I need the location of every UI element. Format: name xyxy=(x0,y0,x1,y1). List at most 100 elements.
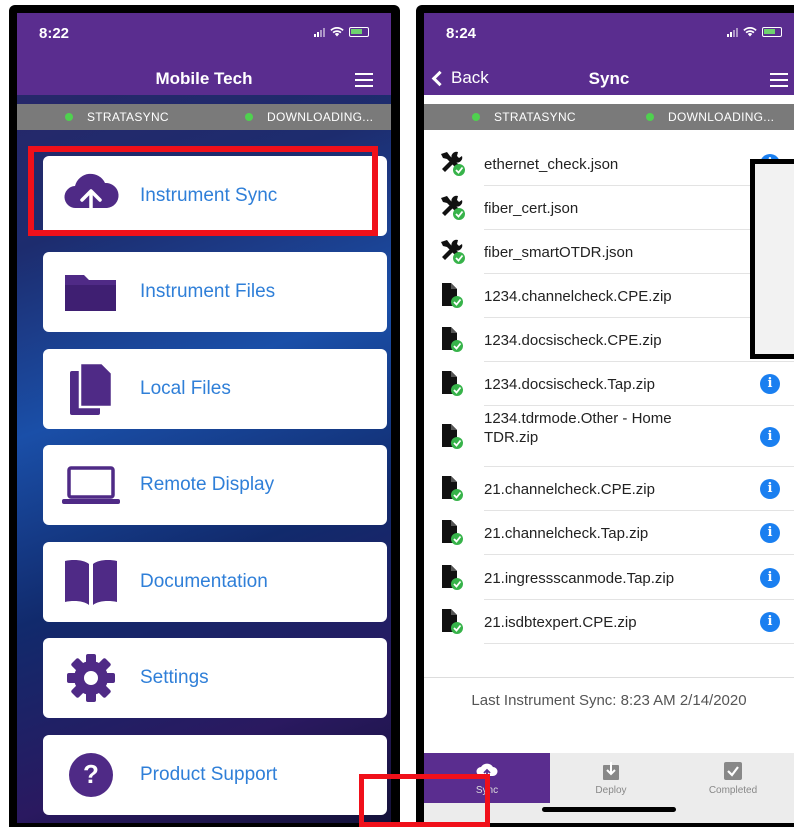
tab-completed[interactable]: Completed xyxy=(672,753,794,803)
file-row[interactable]: fiber_cert.json xyxy=(424,186,794,230)
download-tray-icon xyxy=(600,761,622,781)
menu-label: Product Support xyxy=(140,764,278,785)
highlight-sync-tab xyxy=(359,774,490,827)
file-row[interactable]: 21.channelcheck.Tap.zip i xyxy=(424,511,794,555)
signal-icon xyxy=(727,27,738,37)
stratasync-status: STRATASYNC xyxy=(65,110,169,124)
home-indicator xyxy=(155,806,289,811)
battery-icon xyxy=(349,27,369,37)
app-header: 8:22 Mobile Tech xyxy=(17,13,391,95)
folder-icon xyxy=(61,264,121,320)
file-row[interactable]: ethernet_check.jsoni xyxy=(424,142,794,186)
tools-icon xyxy=(438,150,468,178)
file-icon xyxy=(438,475,468,503)
menu-local-files[interactable]: Local Files xyxy=(43,349,387,429)
stratasync-label: STRATASYNC xyxy=(494,110,576,124)
file-row[interactable]: 21.ingressscanmode.Tap.zip i xyxy=(424,556,794,600)
file-name: 1234.tdrmode.Other - Home TDR.zip xyxy=(484,410,672,446)
connection-status-bar: STRATASYNC DOWNLOADING... xyxy=(424,104,794,130)
status-dot-icon xyxy=(245,113,253,121)
file-name: 1234.channelcheck.CPE.zip xyxy=(484,287,672,305)
file-name: 21.isdbtexpert.CPE.zip xyxy=(484,613,637,631)
stratasync-status: STRATASYNC xyxy=(472,110,576,124)
download-label: DOWNLOADING... xyxy=(668,110,775,124)
file-row[interactable]: 21.channelcheck.CPE.zip i xyxy=(424,467,794,511)
gear-icon xyxy=(61,650,121,706)
wifi-icon xyxy=(743,27,757,37)
file-name: 21.channelcheck.CPE.zip xyxy=(484,480,655,498)
row-divider xyxy=(484,643,794,644)
status-icons xyxy=(727,27,782,37)
menu-label: Local Files xyxy=(140,378,231,399)
info-icon[interactable]: i xyxy=(760,523,780,543)
menu-label: Remote Display xyxy=(140,474,275,495)
files-icon xyxy=(61,361,121,417)
phone-main-menu: 8:22 Mobile Tech STRATASYNC DOWNLOADING.… xyxy=(9,5,400,827)
download-status: DOWNLOADING... xyxy=(245,110,373,124)
file-name: ethernet_check.json xyxy=(484,155,619,173)
status-icons xyxy=(314,27,369,37)
file-row[interactable]: 1234.docsischeck.CPE.zip xyxy=(424,318,794,362)
tab-label: Deploy xyxy=(595,785,627,796)
question-icon: ? xyxy=(61,747,121,803)
file-icon xyxy=(438,423,468,451)
info-icon[interactable]: i xyxy=(760,612,780,632)
info-icon[interactable]: i xyxy=(760,426,780,447)
download-label: DOWNLOADING... xyxy=(267,110,374,124)
row-divider xyxy=(484,554,794,555)
file-row[interactable]: 1234.channelcheck.CPE.zip xyxy=(424,274,794,318)
page-title: Mobile Tech xyxy=(155,69,253,88)
menu-product-support[interactable]: ? Product Support xyxy=(43,735,387,815)
menu-instrument-files[interactable]: Instrument Files xyxy=(43,252,387,332)
stratasync-label: STRATASYNC xyxy=(87,110,169,124)
info-icon[interactable]: i xyxy=(760,568,780,588)
download-status: DOWNLOADING... xyxy=(646,110,774,124)
app-header: 8:24 Back Sync xyxy=(424,13,794,95)
file-name: fiber_smartOTDR.json xyxy=(484,243,634,261)
file-name: 1234.docsischeck.Tap.zip xyxy=(484,375,655,393)
status-dot-icon xyxy=(472,113,480,121)
status-time: 8:22 xyxy=(39,25,70,42)
status-time: 8:24 xyxy=(446,25,477,42)
menu-settings[interactable]: Settings xyxy=(43,638,387,718)
hamburger-menu-icon[interactable] xyxy=(770,73,788,87)
info-icon[interactable]: i xyxy=(760,479,780,499)
tab-label: Completed xyxy=(708,785,758,796)
highlight-instrument-sync xyxy=(28,146,378,236)
phone-sync-screen: 8:24 Back Sync STRATASYNC DOWNLOADING...… xyxy=(416,5,794,827)
file-row[interactable]: 21.isdbtexpert.CPE.zip i xyxy=(424,600,794,644)
file-icon xyxy=(438,326,468,354)
status-dot-icon xyxy=(646,113,654,121)
home-indicator xyxy=(542,807,676,812)
hamburger-menu-icon[interactable] xyxy=(355,73,373,87)
file-name: fiber_cert.json xyxy=(484,199,579,217)
menu-label: Documentation xyxy=(140,571,268,592)
file-icon xyxy=(438,282,468,310)
menu-label: Instrument Files xyxy=(140,281,276,302)
page-title: Sync xyxy=(588,69,630,88)
tools-icon xyxy=(438,238,468,266)
file-name: 21.channelcheck.Tap.zip xyxy=(484,524,649,542)
file-name: 21.ingressscanmode.Tap.zip xyxy=(484,569,675,587)
tab-deploy[interactable]: Deploy xyxy=(550,753,672,803)
screenshot-stage: 8:22 Mobile Tech STRATASYNC DOWNLOADING.… xyxy=(0,0,794,827)
menu-label: Settings xyxy=(140,667,209,688)
checkbox-icon xyxy=(722,761,744,781)
laptop-icon xyxy=(61,457,121,513)
file-row[interactable]: fiber_smartOTDR.json xyxy=(424,230,794,274)
file-row[interactable]: 1234.docsischeck.Tap.zip i xyxy=(424,362,794,406)
sync-screen: 8:24 Back Sync STRATASYNC DOWNLOADING...… xyxy=(424,13,794,823)
info-icon[interactable]: i xyxy=(760,374,780,394)
book-icon xyxy=(61,554,121,610)
svg-text:?: ? xyxy=(83,759,99,789)
status-dot-icon xyxy=(65,113,73,121)
main-menu-screen: 8:22 Mobile Tech STRATASYNC DOWNLOADING.… xyxy=(17,13,391,823)
file-icon xyxy=(438,564,468,592)
menu-remote-display[interactable]: Remote Display xyxy=(43,445,387,525)
tools-icon xyxy=(438,194,468,222)
menu-documentation[interactable]: Documentation xyxy=(43,542,387,622)
overlay-panel xyxy=(750,159,794,359)
file-row[interactable]: 1234.tdrmode.Other - Home TDR.zip i xyxy=(424,406,794,467)
file-name: 1234.docsischeck.CPE.zip xyxy=(484,331,662,349)
file-icon xyxy=(438,608,468,636)
